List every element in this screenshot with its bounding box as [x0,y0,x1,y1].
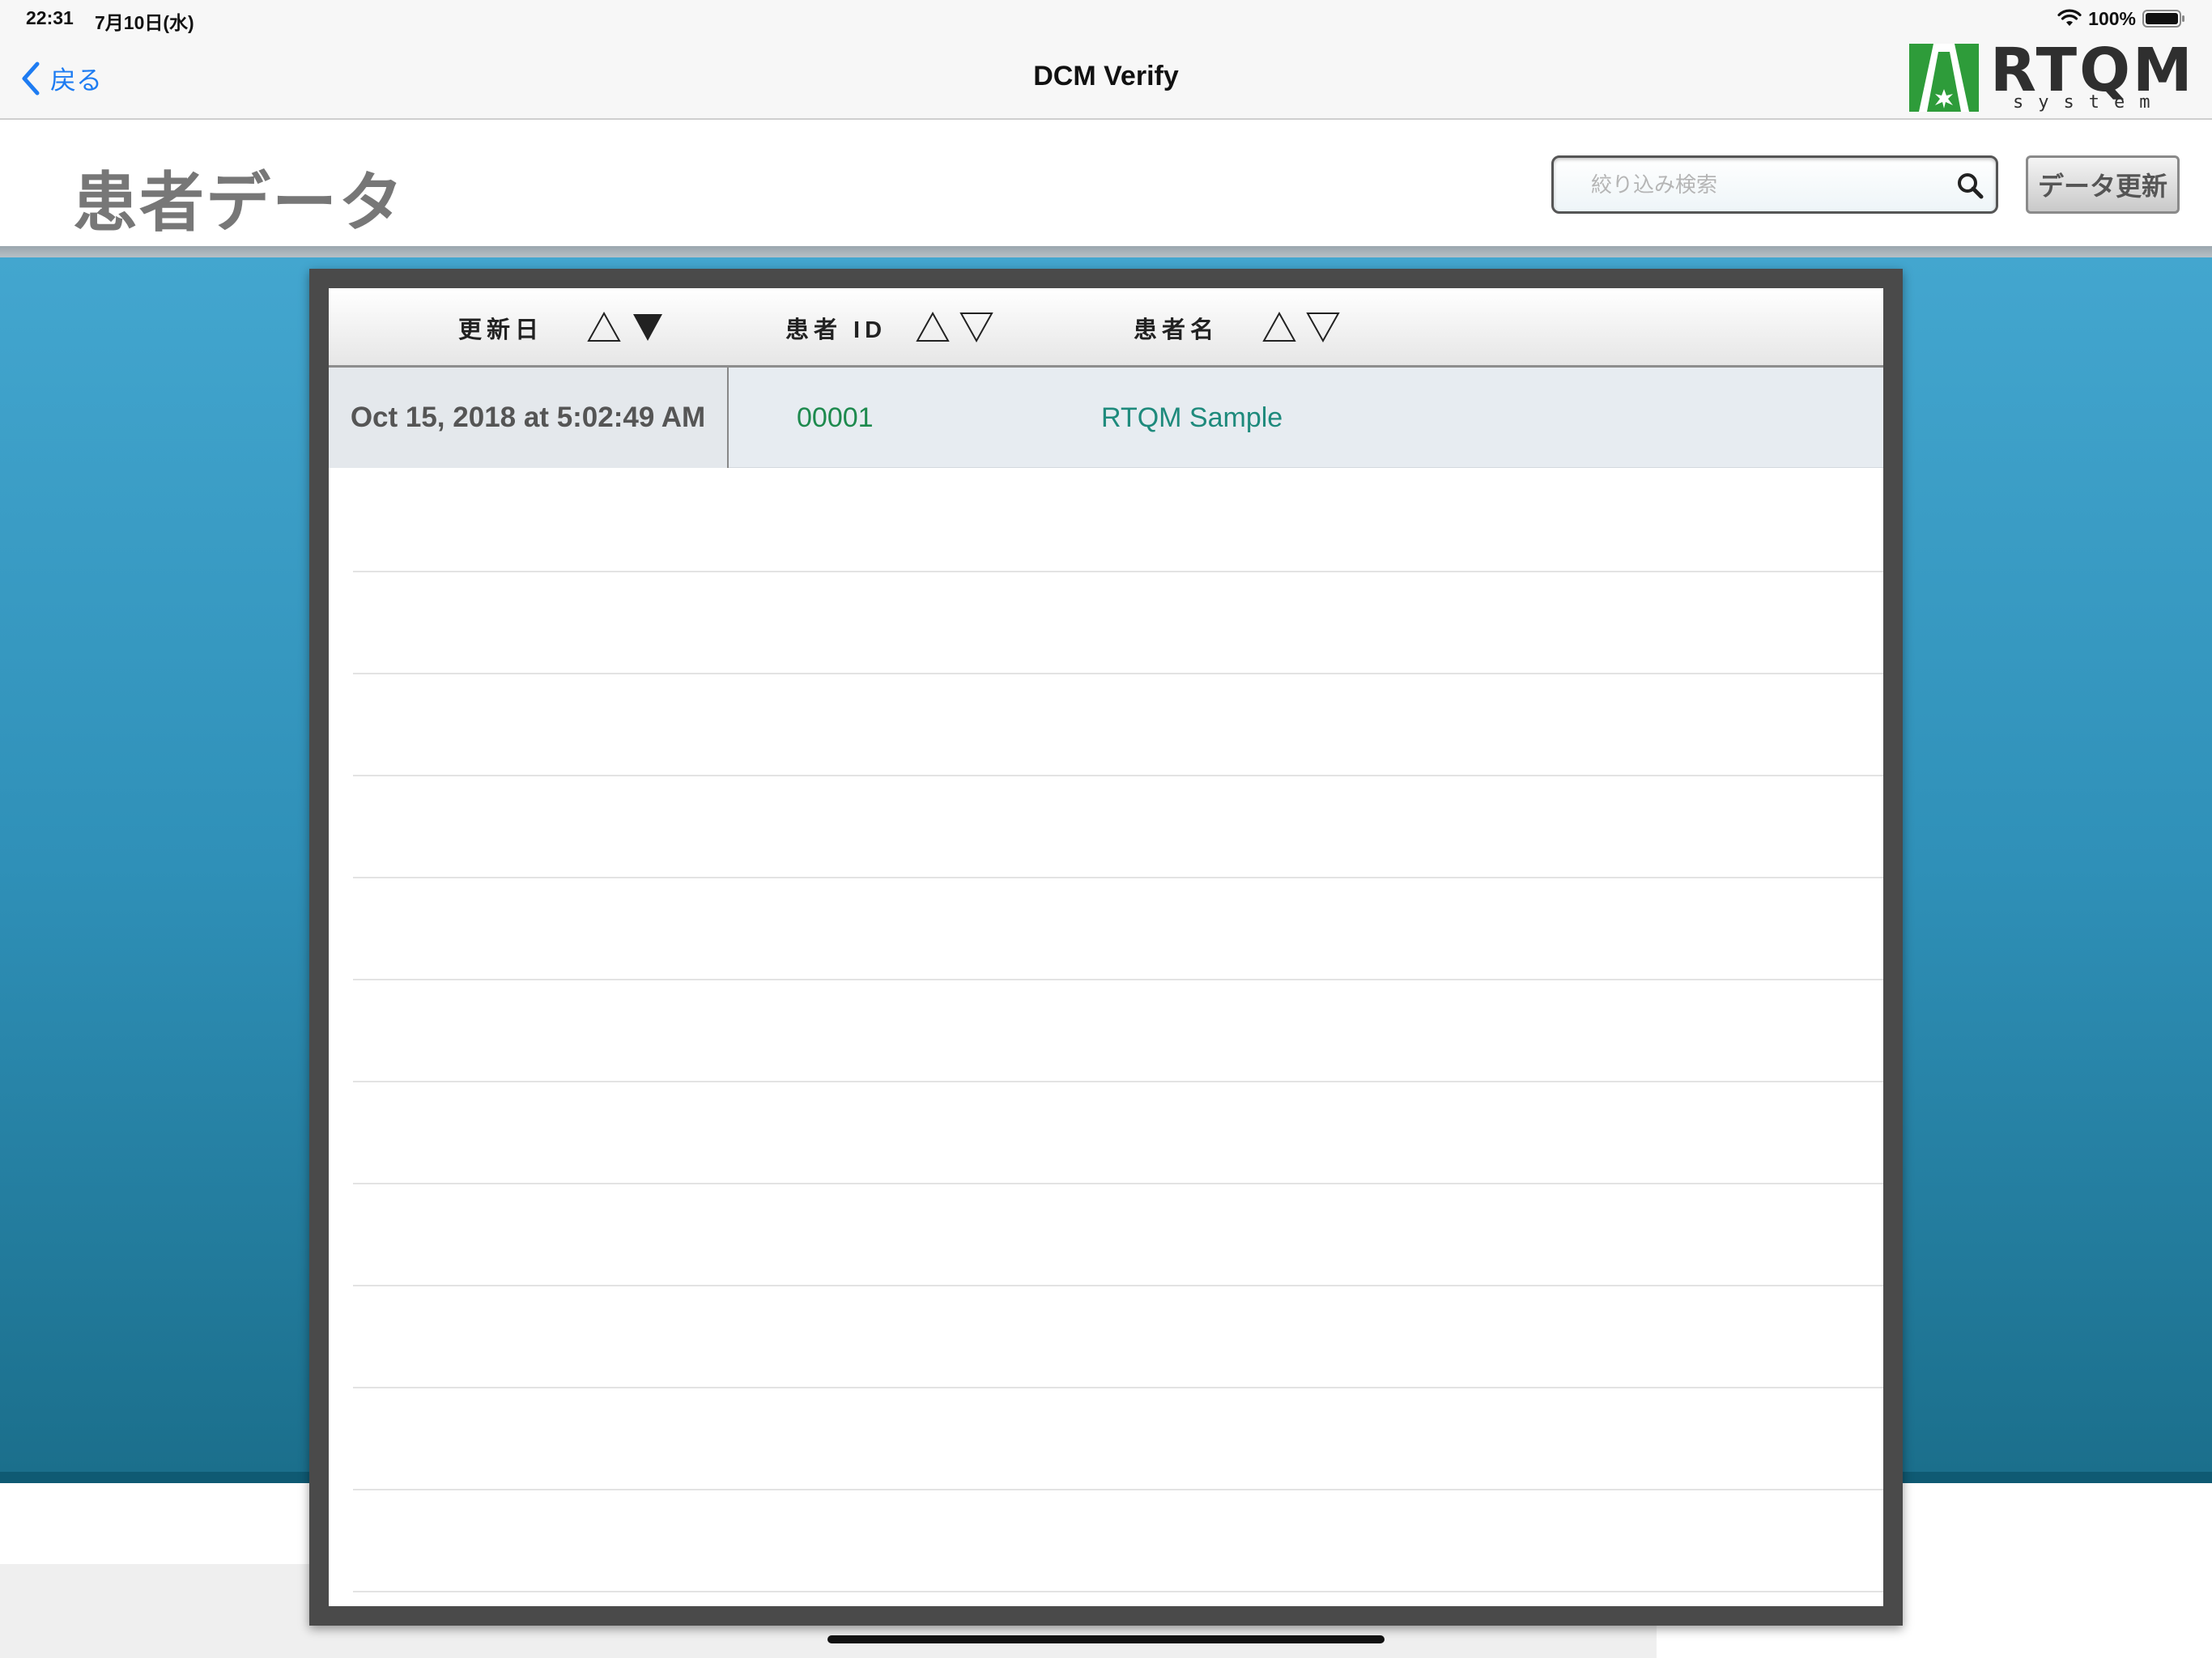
sort-ascending-icon[interactable] [586,311,622,343]
empty-row-divider [353,1081,1883,1082]
table-header: 更新日 患者 ID 患者名 [329,288,1883,368]
home-indicator[interactable] [827,1635,1385,1643]
cell-patient-id: 00001 [797,402,874,433]
app-title: DCM Verify [1033,61,1179,91]
battery-percent: 100% [2088,7,2136,29]
search-icon[interactable] [1955,171,1984,200]
empty-row-divider [353,877,1883,878]
column-header-patient-id[interactable]: 患者 ID [785,288,887,368]
search-input[interactable] [1568,158,1941,211]
status-bar: 22:31 7月10日(水) 100% [0,0,2212,39]
column-header-patient-name[interactable]: 患者名 [1134,288,1219,368]
refresh-data-button[interactable]: データ更新 [2026,155,2180,214]
sort-ascending-icon[interactable] [1261,311,1297,343]
page-header: 患者データ データ更新 [0,121,2212,246]
column-header-updated[interactable]: 更新日 [458,288,543,368]
empty-row-divider [353,673,1883,674]
status-indicators: 100% [2057,5,2186,32]
table-row[interactable]: Oct 15, 2018 at 5:02:49 AM 00001 RTQM Sa… [329,368,1883,468]
sort-descending-icon[interactable] [1305,311,1341,343]
empty-row-divider [353,1183,1883,1184]
navigation-bar: 戻る DCM Verify [0,39,2212,120]
empty-row-divider [353,1387,1883,1388]
search-box [1551,155,1998,214]
logo-subtext: system [2013,92,2165,113]
status-time: 22:31 [26,7,74,28]
divider-band [0,246,2212,257]
sort-descending-icon[interactable] [959,311,994,343]
cell-updated: Oct 15, 2018 at 5:02:49 AM [329,368,729,468]
empty-row-divider [353,775,1883,776]
patient-table: 更新日 患者 ID 患者名 Oct 15, 2018 at 5:02:49 AM… [329,288,1883,1606]
wifi-icon [2057,9,2082,26]
page-title: 患者データ [73,167,405,239]
empty-row-divider [353,1489,1883,1490]
rtqm-logo: RTQM system [1909,36,2193,115]
empty-row-divider [353,979,1883,980]
cell-patient-name: RTQM Sample [1101,402,1283,433]
empty-row-divider [353,571,1883,572]
patient-table-frame: 更新日 患者 ID 患者名 Oct 15, 2018 at 5:02:49 AM… [309,269,1903,1626]
sort-ascending-icon[interactable] [915,311,951,343]
battery-icon [2142,10,2184,28]
logo-mark-icon [1909,44,1979,112]
status-date: 7月10日(水) [95,12,194,33]
sort-descending-active-icon[interactable] [630,311,666,343]
empty-row-divider [353,1285,1883,1286]
empty-row-divider [353,1591,1883,1592]
